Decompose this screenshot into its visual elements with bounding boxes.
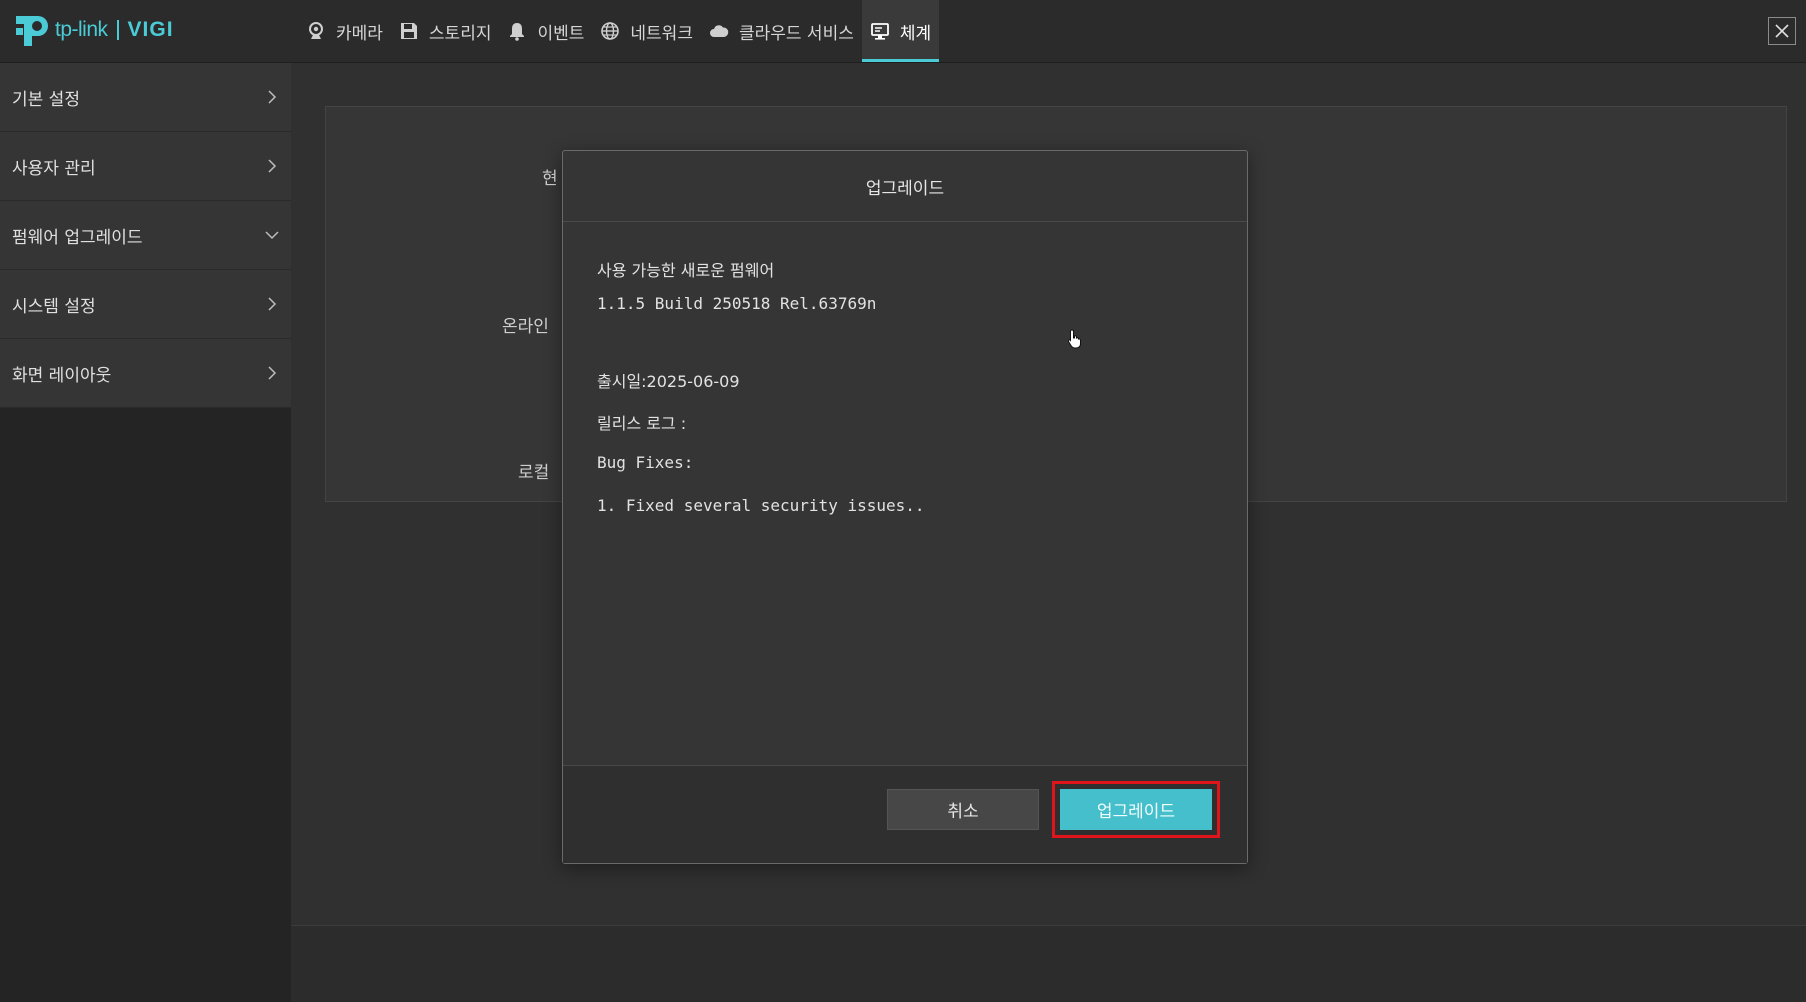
nav-label-system: 체계 bbox=[899, 23, 932, 44]
dialog-title: 업그레이드 bbox=[865, 178, 945, 199]
firmware-version: 1.1.5 Build 250518 Rel.63769n bbox=[597, 294, 877, 313]
sidebar: 기본 설정 사용자 관리 펌웨어 업그레이드 시스템 설정 화면 레이아웃 bbox=[0, 63, 291, 1002]
release-note-item: 1. Fixed several security issues.. bbox=[597, 496, 925, 515]
nav-item-camera[interactable]: 카메라 bbox=[298, 0, 391, 62]
upgrade-dialog: 업그레이드 사용 가능한 새로운 펌웨어 1.1.5 Build 250518 … bbox=[562, 150, 1248, 864]
release-date: 출시일:2025-06-09 bbox=[597, 372, 740, 391]
sidebar-item-basic-settings[interactable]: 기본 설정 bbox=[0, 63, 291, 132]
sidebar-item-system-settings[interactable]: 시스템 설정 bbox=[0, 270, 291, 339]
local-upgrade-label: 로컬 bbox=[518, 463, 550, 483]
upgrade-button[interactable]: 업그레이드 bbox=[1052, 781, 1220, 838]
floppy-disk-icon bbox=[400, 23, 417, 39]
top-bar: tp-link VIGI 카메라 스토리지 이벤트 네트워크 클라우드 서비스 … bbox=[0, 0, 1806, 63]
nav-label-event: 이벤트 bbox=[537, 23, 585, 44]
monitor-icon bbox=[870, 23, 889, 40]
chevron-right-icon bbox=[268, 366, 277, 380]
logo-product-text: VIGI bbox=[127, 18, 174, 41]
main-nav: 카메라 스토리지 이벤트 네트워크 클라우드 서비스 체계 bbox=[298, 0, 940, 62]
available-firmware-label: 사용 가능한 새로운 펌웨어 bbox=[597, 261, 775, 280]
chevron-down-icon bbox=[265, 231, 279, 240]
bug-fixes-label: Bug Fixes: bbox=[597, 453, 694, 472]
sidebar-item-label: 사용자 관리 bbox=[12, 158, 96, 179]
chevron-right-icon bbox=[268, 297, 277, 311]
footer-bar bbox=[291, 925, 1806, 1002]
chevron-right-icon bbox=[268, 90, 277, 104]
globe-icon bbox=[601, 22, 620, 40]
release-log-label: 릴리스 로그 : bbox=[597, 414, 687, 433]
sidebar-item-label: 시스템 설정 bbox=[12, 296, 96, 317]
nav-item-cloud-service[interactable]: 클라우드 서비스 bbox=[701, 0, 862, 62]
hand-cursor-icon bbox=[1067, 329, 1081, 349]
sidebar-item-screen-layout[interactable]: 화면 레이아웃 bbox=[0, 339, 291, 408]
nav-label-storage: 스토리지 bbox=[428, 23, 492, 44]
close-icon bbox=[1775, 24, 1789, 38]
nav-label-cloud-service: 클라우드 서비스 bbox=[738, 23, 854, 44]
sidebar-item-label: 기본 설정 bbox=[12, 89, 80, 110]
bell-icon bbox=[510, 23, 525, 41]
nav-label-network: 네트워크 bbox=[630, 23, 693, 44]
nav-item-network[interactable]: 네트워크 bbox=[592, 0, 701, 62]
chevron-right-icon bbox=[268, 159, 277, 173]
cancel-button[interactable]: 취소 bbox=[887, 789, 1039, 830]
close-button[interactable] bbox=[1768, 17, 1796, 45]
nav-item-storage[interactable]: 스토리지 bbox=[391, 0, 500, 62]
sidebar-item-label: 펌웨어 업그레이드 bbox=[12, 227, 143, 248]
dialog-footer: 취소 업그레이드 bbox=[563, 765, 1247, 863]
sidebar-item-user-management[interactable]: 사용자 관리 bbox=[0, 132, 291, 201]
logo-brand-text: tp-link bbox=[55, 18, 108, 41]
sidebar-item-firmware-upgrade[interactable]: 펌웨어 업그레이드 bbox=[0, 201, 291, 270]
sidebar-item-label: 화면 레이아웃 bbox=[12, 365, 112, 386]
nav-item-system[interactable]: 체계 bbox=[861, 0, 940, 62]
current-version-label: 현 bbox=[542, 169, 558, 189]
logo-separator bbox=[116, 20, 119, 40]
nav-label-camera: 카메라 bbox=[336, 23, 383, 44]
online-upgrade-label: 온라인 bbox=[502, 317, 549, 337]
tp-link-vigi-logo: tp-link VIGI bbox=[12, 10, 174, 50]
nav-item-event[interactable]: 이벤트 bbox=[499, 0, 592, 62]
dialog-header: 업그레이드 bbox=[563, 151, 1247, 222]
camera-icon bbox=[309, 22, 323, 39]
cloud-icon bbox=[709, 25, 729, 37]
tp-link-logo-icon bbox=[16, 16, 48, 46]
